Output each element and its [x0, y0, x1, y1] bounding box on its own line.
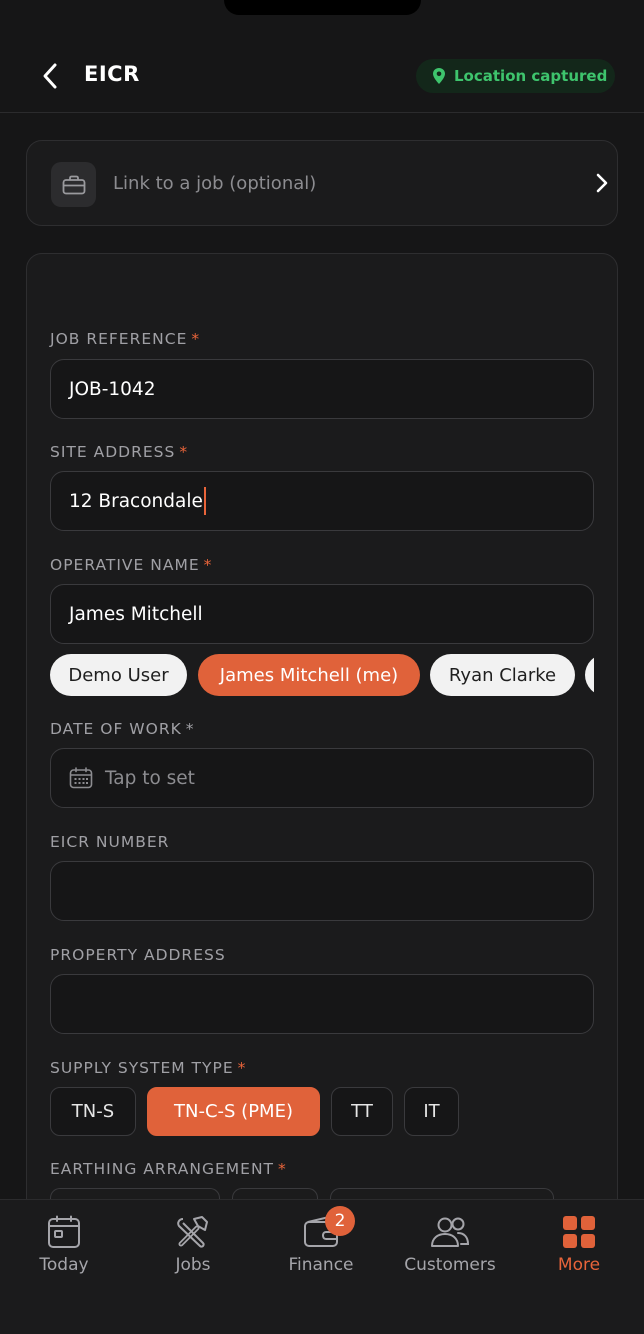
chevron-right-icon — [596, 173, 608, 193]
location-status-text: Location captured — [454, 67, 608, 85]
suggestion-chip-more[interactable] — [585, 654, 594, 696]
site-address-label: SITE ADDRESS * — [50, 443, 189, 461]
eicr-number-input[interactable] — [50, 861, 594, 921]
tab-customers[interactable]: Customers — [386, 1200, 514, 1300]
tab-finance-label: Finance — [288, 1255, 354, 1275]
calendar-icon — [48, 1215, 80, 1248]
tab-customers-label: Customers — [404, 1255, 496, 1275]
supply-option-tn-c-s[interactable]: TN-C-S (PME) — [147, 1087, 320, 1136]
job-reference-input[interactable]: JOB-1042 — [50, 359, 594, 419]
back-button[interactable] — [32, 58, 68, 94]
date-of-work-placeholder: Tap to set — [105, 767, 195, 789]
finance-notification-badge: 2 — [325, 1206, 355, 1236]
text-caret — [203, 487, 206, 515]
tab-finance[interactable]: 2 Finance — [257, 1200, 385, 1300]
job-reference-label: JOB REFERENCE * — [50, 330, 201, 348]
date-of-work-label: DATE OF WORK * — [50, 720, 195, 738]
tab-more[interactable]: More — [515, 1200, 643, 1300]
top-bar: EICR Location captured — [0, 0, 644, 113]
link-job-label: Link to a job (optional) — [113, 173, 317, 194]
supply-option-it[interactable]: IT — [404, 1087, 459, 1136]
site-address-value: 12 Bracondale — [69, 490, 203, 512]
tab-more-label: More — [557, 1255, 601, 1275]
operative-name-input[interactable]: James Mitchell — [50, 584, 594, 644]
link-job-row[interactable]: Link to a job (optional) — [26, 140, 618, 226]
earthing-arrangement-label: EARTHING ARRANGEMENT * — [50, 1160, 287, 1178]
property-address-label: PROPERTY ADDRESS — [50, 946, 226, 964]
supply-system-type-label: SUPPLY SYSTEM TYPE * — [50, 1059, 247, 1077]
suggestion-chip-ryan-clarke[interactable]: Ryan Clarke — [430, 654, 575, 696]
tab-jobs-label: Jobs — [175, 1255, 211, 1275]
supply-option-tn-s[interactable]: TN-S — [50, 1087, 136, 1136]
bottom-tab-bar: Today Jobs 2 Finance Customers More — [0, 1199, 644, 1334]
operative-name-value: James Mitchell — [69, 603, 203, 625]
suggestion-chip-demo-user[interactable]: Demo User — [50, 654, 187, 696]
site-address-input[interactable]: 12 Bracondale — [50, 471, 594, 531]
job-reference-value: JOB-1042 — [69, 378, 156, 400]
calendar-icon — [69, 767, 93, 789]
eicr-number-label: EICR NUMBER — [50, 833, 170, 851]
tab-today[interactable]: Today — [0, 1200, 128, 1300]
people-icon — [431, 1217, 470, 1247]
suggestion-chip-james-mitchell[interactable]: James Mitchell (me) — [198, 654, 420, 696]
location-status-badge: Location captured — [416, 59, 615, 93]
property-address-input[interactable] — [50, 974, 594, 1034]
tab-today-label: Today — [39, 1255, 89, 1275]
tools-icon — [177, 1216, 208, 1248]
tab-jobs[interactable]: Jobs — [129, 1200, 257, 1300]
location-pin-icon — [433, 68, 445, 84]
briefcase-icon — [51, 162, 96, 207]
operative-suggestion-chips: Demo User James Mitchell (me) Ryan Clark… — [50, 654, 594, 696]
grid-icon — [563, 1216, 595, 1248]
chevron-left-icon — [43, 63, 57, 89]
operative-name-label: OPERATIVE NAME * — [50, 556, 213, 574]
date-of-work-input[interactable]: Tap to set — [50, 748, 594, 808]
page-title: EICR — [84, 62, 140, 86]
supply-option-tt[interactable]: TT — [331, 1087, 393, 1136]
